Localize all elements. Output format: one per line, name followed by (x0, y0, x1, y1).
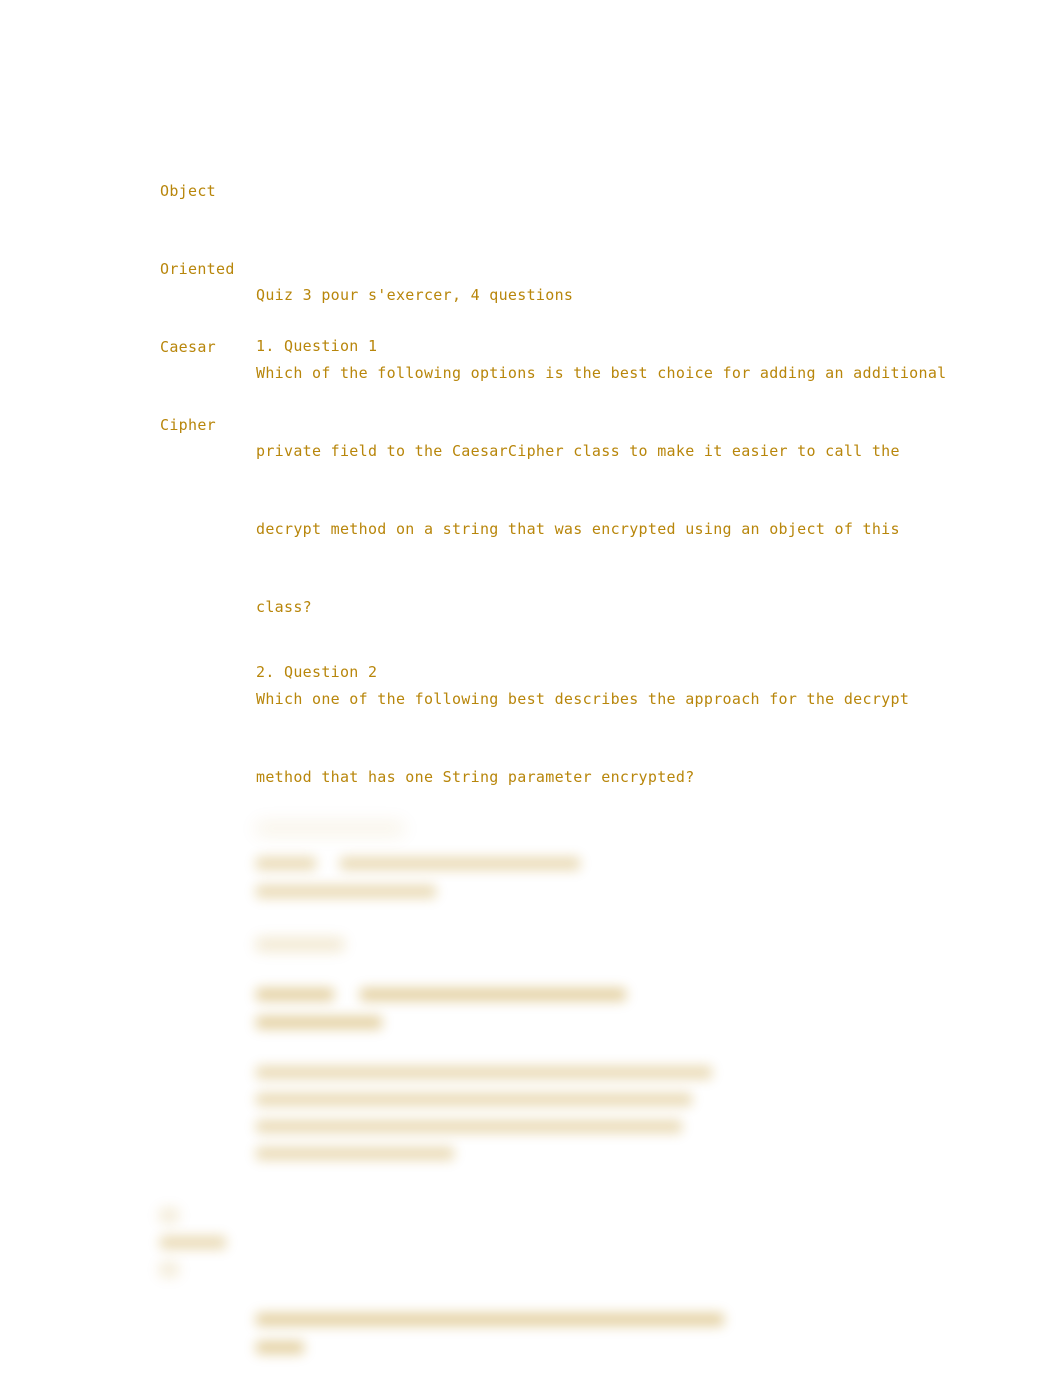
blurred-line-d (256, 885, 436, 898)
blurred-line-k (256, 1120, 682, 1133)
blurred-line-j (256, 1093, 692, 1106)
title-column: Object Oriented Caesar Cipher (160, 126, 250, 490)
blurred-line-h (256, 1016, 382, 1029)
title-line-4: Cipher (160, 416, 216, 434)
title-line-2: Oriented (160, 260, 235, 278)
question-1-line-1: Which of the following options is the be… (256, 364, 947, 382)
title-line-3: Caesar (160, 338, 216, 356)
blurred-line-e (256, 938, 344, 951)
blurred-line-i (256, 1066, 712, 1079)
document-page: Object Oriented Caesar Cipher Quiz 3 pou… (0, 0, 1062, 1377)
blurred-line-q (256, 1341, 304, 1354)
blurred-line-g (360, 988, 626, 1001)
blurred-line-n (160, 1236, 226, 1249)
blurred-line-f (256, 988, 334, 1001)
blurred-line-o (160, 1263, 178, 1276)
blurred-line-c (340, 857, 580, 870)
blurred-line-l (256, 1147, 454, 1160)
question-2-answer-area[interactable] (256, 688, 916, 816)
blurred-line-m (160, 1209, 178, 1222)
title-line-1: Object (160, 182, 216, 200)
blurred-line-p (256, 1313, 724, 1326)
blurred-line-b (256, 857, 316, 870)
question-1-answer-area[interactable] (256, 412, 916, 606)
